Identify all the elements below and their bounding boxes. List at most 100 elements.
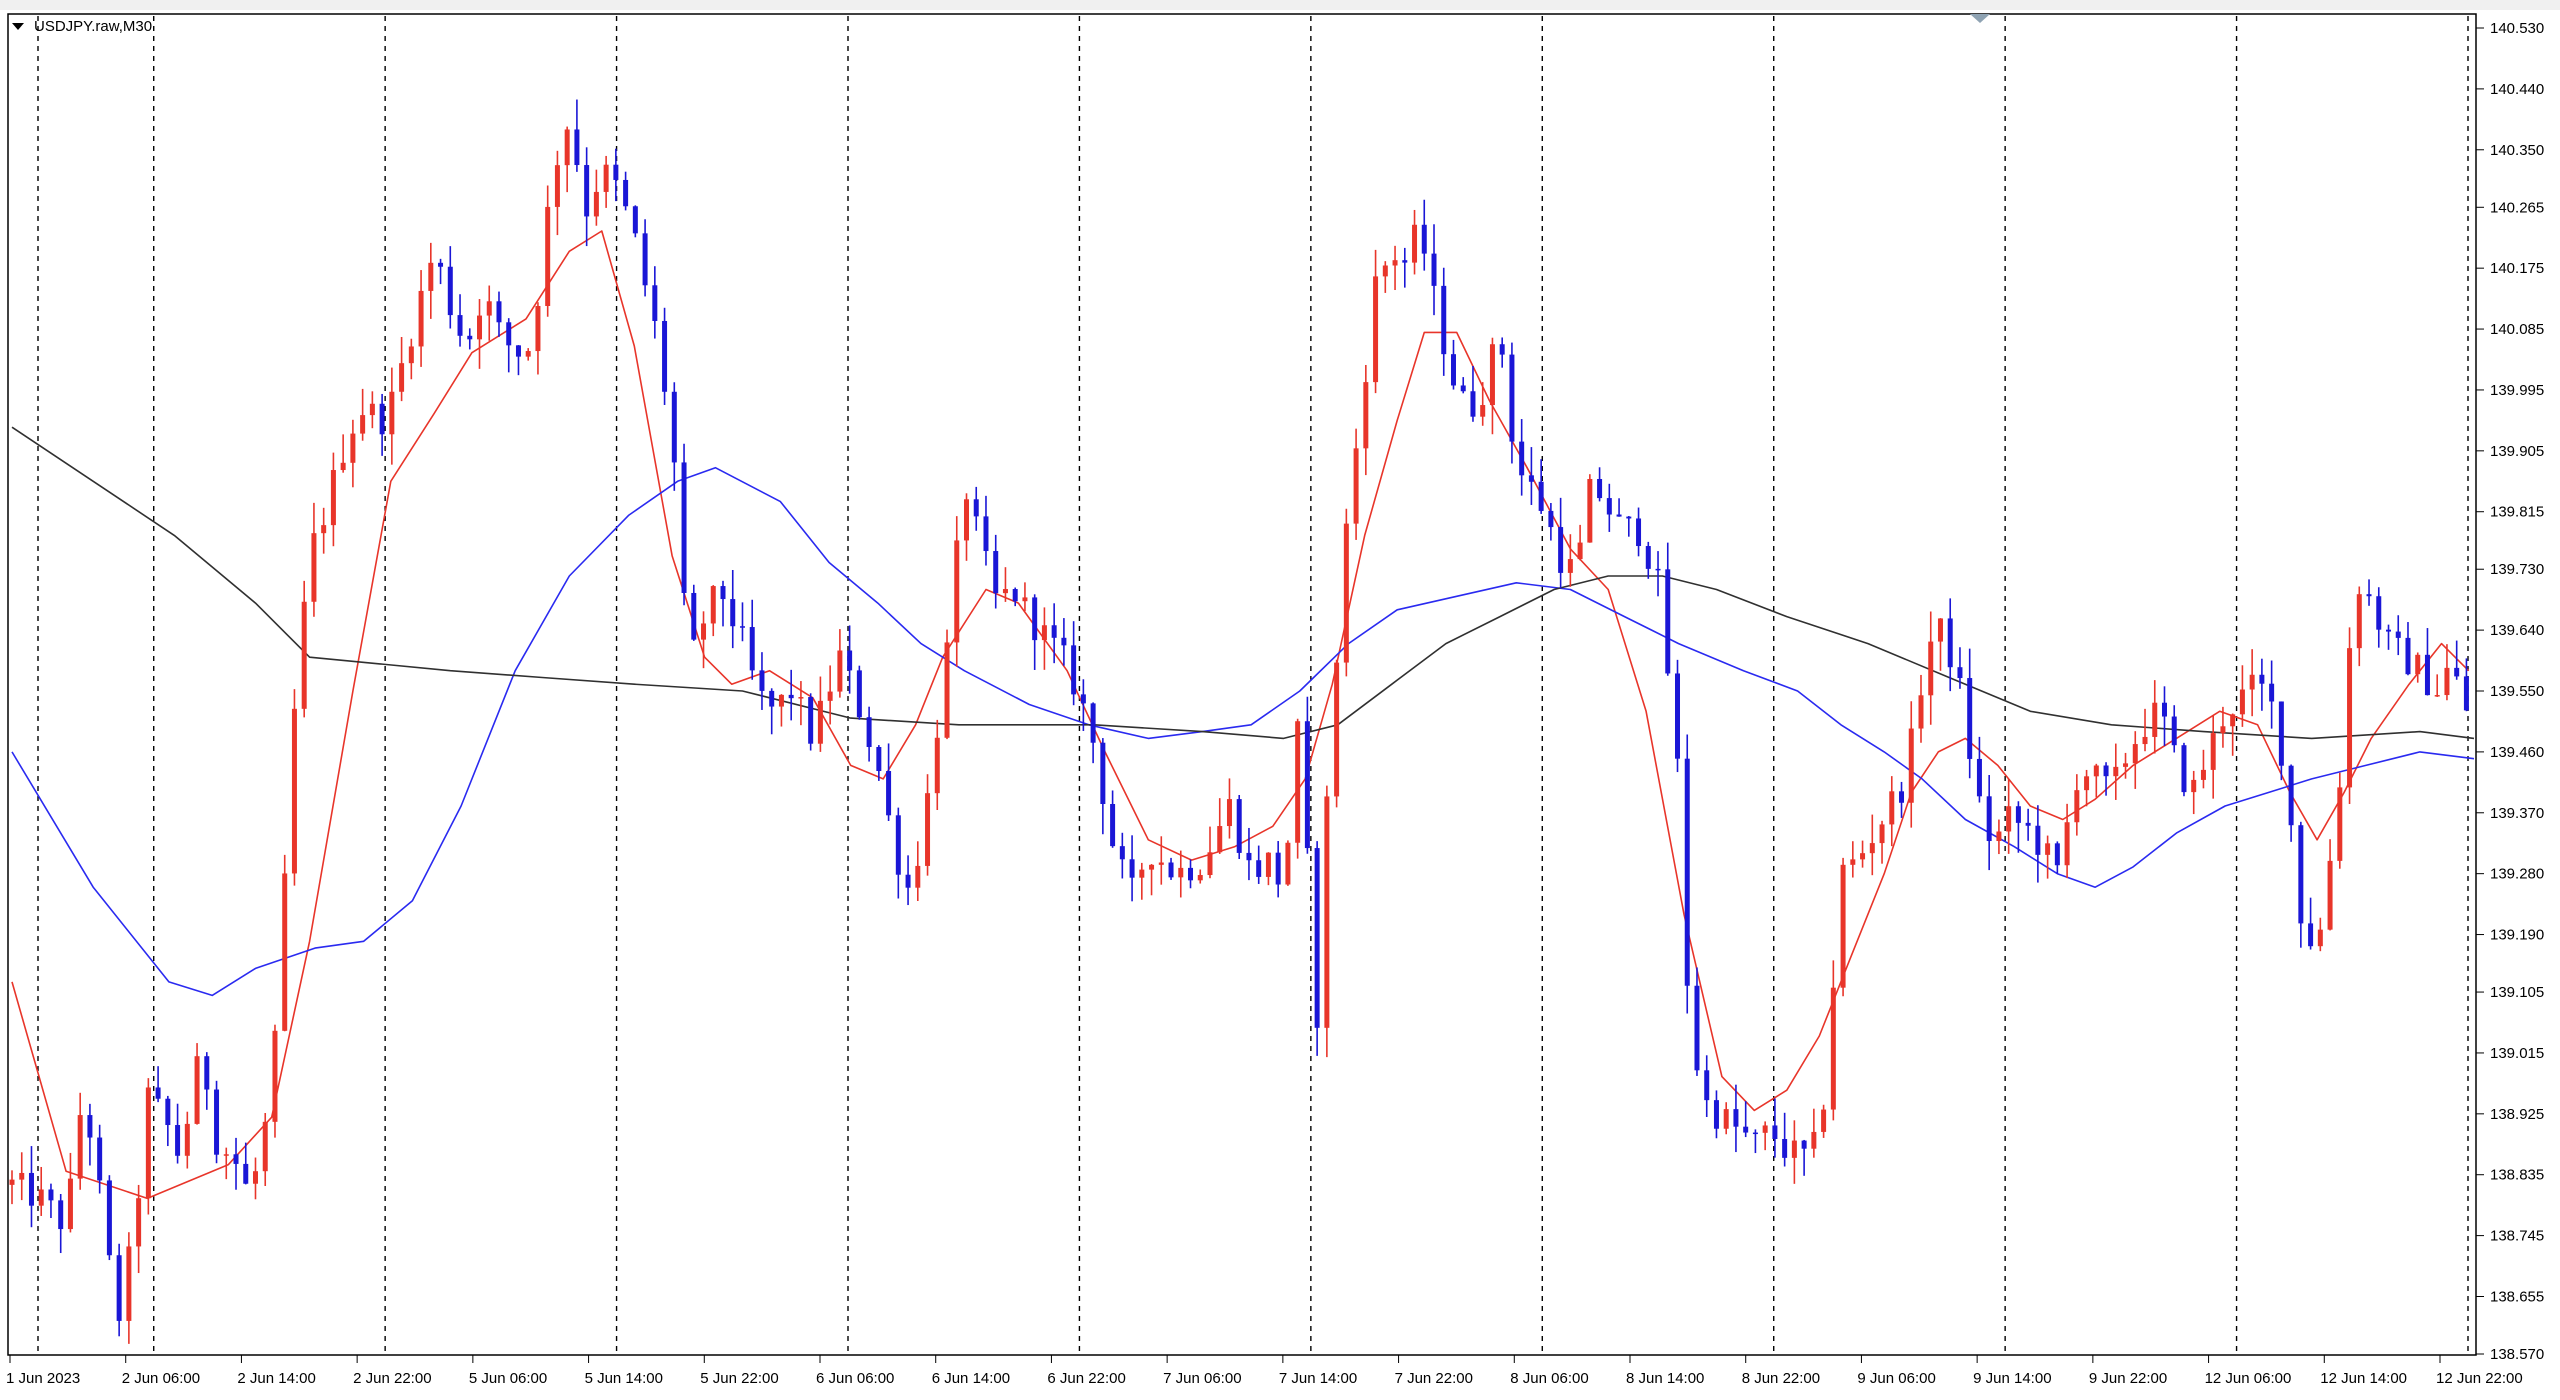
candle-bear (2395, 631, 2401, 638)
candle-bear (1236, 799, 1242, 853)
candle-bull (1226, 799, 1232, 827)
candle-bull (1879, 824, 1885, 844)
candle-bull (77, 1115, 83, 1179)
candle-bull (2084, 776, 2090, 791)
candle-bull (2132, 744, 2138, 764)
candle-bull (1324, 796, 1330, 1028)
candle-bull (2200, 769, 2206, 780)
candle-bull (1908, 728, 1914, 803)
candle-bear (106, 1180, 112, 1256)
candle-bull (145, 1087, 151, 1199)
candle-bull (2093, 765, 2099, 777)
candle-bear (1129, 859, 1135, 878)
candle-bull (350, 433, 356, 463)
candle-bear (720, 586, 726, 600)
candle-bull (1918, 695, 1924, 729)
candle-bear (808, 697, 814, 744)
x-tick-label: 9 Jun 06:00 (1857, 1370, 1935, 1387)
candle-bull (1382, 265, 1388, 277)
y-tick-label: 140.440 (2490, 81, 2544, 98)
candle-bull (1158, 862, 1164, 865)
candle-bear (214, 1089, 220, 1155)
y-tick-label: 138.655 (2490, 1288, 2544, 1305)
candle-bull (330, 470, 336, 526)
y-tick-label: 139.190 (2490, 927, 2544, 944)
candle-bear (691, 592, 697, 640)
candle-bear (2269, 683, 2275, 702)
candle-bear (1626, 516, 1632, 519)
candle-bull (1587, 478, 1593, 543)
candle-bull (2337, 787, 2343, 861)
candle-bear (1090, 703, 1096, 743)
candle-bear (58, 1200, 64, 1230)
candle-bull (1139, 869, 1145, 878)
candle-bull (1567, 559, 1573, 573)
candle-bear (749, 627, 755, 671)
y-tick-label: 138.925 (2490, 1106, 2544, 1123)
candle-bear (1684, 758, 1690, 986)
x-tick-label: 2 Jun 14:00 (237, 1370, 315, 1387)
candle-bear (457, 315, 463, 336)
candle-bear (1304, 721, 1310, 849)
x-tick-label: 7 Jun 22:00 (1395, 1370, 1473, 1387)
candle-bear (1509, 354, 1515, 442)
candle-bull (252, 1171, 258, 1184)
candle-bull (934, 737, 940, 794)
candle-bull (554, 165, 560, 207)
candle-bull (2006, 806, 2012, 832)
candle-bull (1343, 523, 1349, 663)
candle-bear (1986, 796, 1992, 842)
candle-bull (954, 540, 960, 643)
candle-bear (496, 301, 502, 323)
candle-bear (467, 335, 473, 340)
candle-bull (2230, 714, 2236, 727)
x-tick-label: 8 Jun 14:00 (1626, 1370, 1704, 1387)
candle-bull (2123, 763, 2129, 767)
x-tick-label: 5 Jun 14:00 (585, 1370, 663, 1387)
candle-bull (408, 346, 414, 364)
candle-bear (1051, 625, 1057, 638)
candle-bear (632, 206, 638, 234)
candle-bear (1704, 1070, 1710, 1101)
candle-bear (2278, 701, 2284, 766)
x-tick-label: 12 Jun 14:00 (2320, 1370, 2407, 1387)
candle-bear (652, 285, 658, 321)
candle-bear (28, 1172, 34, 1206)
candle-bull (1937, 618, 1943, 642)
candle-bull (535, 305, 541, 352)
candle-bull (525, 351, 531, 357)
symbol-header[interactable]: USDJPY.raw,M30 (12, 18, 152, 35)
candle-bear (584, 165, 590, 217)
candle-bull (710, 586, 716, 624)
y-tick-label: 140.085 (2490, 321, 2544, 338)
symbol-title: USDJPY.raw,M30 (34, 18, 152, 35)
candle-bear (97, 1137, 103, 1181)
candle-bull (1373, 276, 1379, 383)
candle-bear (1441, 285, 1447, 355)
candle-bear (1967, 678, 1973, 759)
candle-bull (593, 191, 599, 217)
candle-bear (1528, 475, 1534, 482)
candle-bull (564, 129, 570, 166)
candle-bear (1110, 803, 1116, 847)
candle-bear (1558, 527, 1564, 573)
y-tick-label: 139.815 (2490, 504, 2544, 521)
y-tick-label: 139.280 (2490, 866, 2544, 883)
candle-bull (184, 1123, 190, 1156)
candle-bull (282, 873, 288, 1031)
candle-bear (1665, 569, 1671, 674)
price-chart[interactable]: 140.530 140.440 140.350 140.265 140.175 140.0… (0, 0, 2560, 1400)
candle-bear (447, 266, 453, 316)
y-tick-label: 139.015 (2490, 1045, 2544, 1062)
candle-bear (769, 690, 775, 707)
candle-bear (1519, 441, 1525, 476)
candle-bull (223, 1154, 229, 1156)
candle-bear (1675, 673, 1681, 759)
candle-bear (2015, 806, 2021, 823)
y-tick-label: 139.640 (2490, 622, 2544, 639)
candle-bear (671, 391, 677, 463)
x-tick-label: 1 Jun 2023 (6, 1370, 80, 1387)
candle-bull (369, 403, 375, 416)
candle-bull (1412, 224, 1418, 263)
y-tick-label: 140.530 (2490, 20, 2544, 37)
